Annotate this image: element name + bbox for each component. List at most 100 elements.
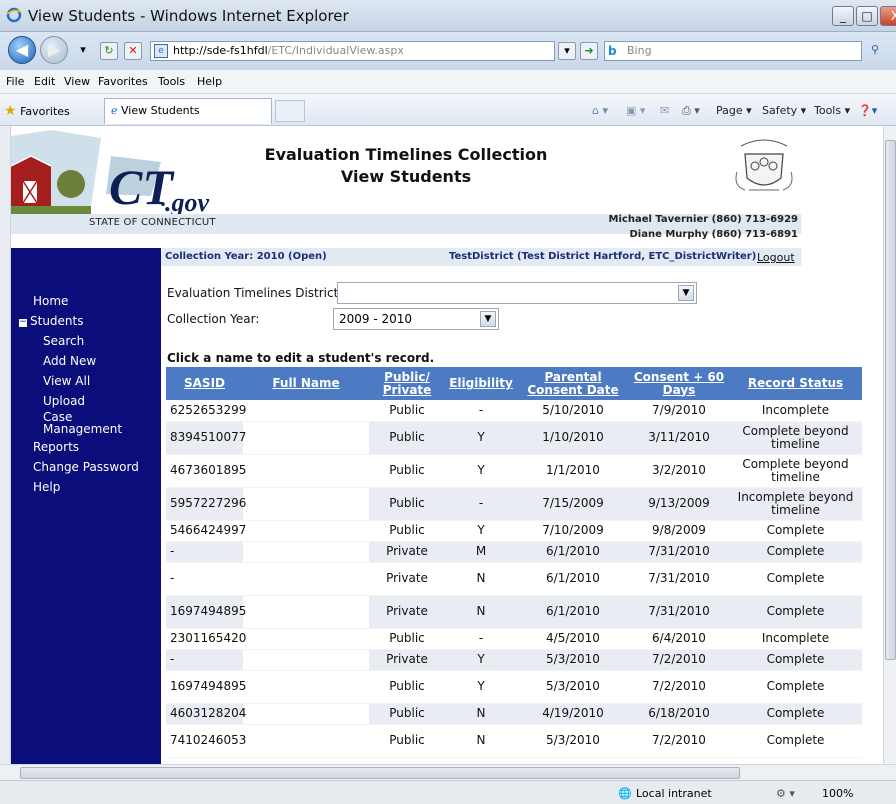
chevron-down-icon[interactable]: ▼ (678, 285, 694, 301)
minimize-button[interactable]: _ (832, 6, 854, 26)
col-full-name[interactable]: Full Name (243, 367, 369, 400)
table-row[interactable]: - Private Y 5/3/2010 7/2/2010 Complete (166, 649, 862, 671)
menu-help[interactable]: Help (197, 75, 222, 88)
cell-full-name[interactable] (243, 454, 369, 488)
cell-sasid: 2301165420 (166, 628, 246, 650)
contact-2: Diane Murphy (860) 713-6891 (629, 229, 799, 240)
zoom-level[interactable]: 100% (822, 787, 853, 800)
chevron-down-icon[interactable]: ▼ (480, 311, 496, 327)
table-row[interactable]: 4603128204 Public N 4/19/2010 6/18/2010 Compl… (166, 703, 862, 725)
col-eligibility[interactable]: Eligibility (445, 367, 517, 400)
cell-consent-date: 1/10/2010 (517, 421, 629, 455)
sidebar-item-home[interactable]: Home (33, 294, 68, 308)
menu-bar: File Edit View Favorites Tools Help (0, 70, 896, 94)
cell-full-name[interactable] (243, 724, 369, 758)
cell-consent-60: 7/31/2010 (629, 562, 729, 596)
close-button[interactable]: X (880, 6, 896, 26)
cell-full-name[interactable] (243, 670, 369, 704)
sidebar-item-view-all[interactable]: View All (43, 374, 90, 388)
cell-consent-60: 9/13/2009 (629, 487, 729, 521)
table-row[interactable]: 8394510077 Public Y 1/10/2010 3/11/2010 Compl… (166, 421, 862, 455)
col-sasid[interactable]: SASID (166, 367, 243, 400)
sidebar-item-change-password[interactable]: Change Password (33, 460, 139, 474)
col-consent-date[interactable]: Parental Consent Date (517, 367, 629, 400)
forward-button[interactable]: ▶ (40, 36, 68, 64)
menu-tools[interactable]: Tools (158, 75, 185, 88)
collapse-icon[interactable]: − (19, 318, 27, 327)
search-input[interactable]: b Bing (604, 41, 862, 61)
home-icon[interactable]: ⌂ ▾ (592, 104, 608, 117)
search-icon[interactable]: ⚲ (866, 42, 884, 60)
address-toolbar: ◀ ▶ ▾ ↻ ✕ e http://sde-fs1hfdl/ETC/Indiv… (0, 32, 896, 70)
cell-full-name[interactable] (243, 541, 369, 563)
stop-icon[interactable]: ✕ (124, 42, 142, 60)
help-icon[interactable]: ❓▾ (858, 104, 877, 117)
window-title: View Students - Windows Internet Explore… (28, 7, 349, 25)
logout-link[interactable]: Logout (757, 251, 795, 264)
address-input[interactable]: e http://sde-fs1hfdl/ETC/IndividualView.… (150, 41, 555, 61)
table-row[interactable]: 2301165420 Public -4/5/2010 6/4/2010 Incompl… (166, 628, 862, 650)
cell-full-name[interactable] (243, 703, 369, 725)
menu-edit[interactable]: Edit (34, 75, 55, 88)
menu-file[interactable]: File (6, 75, 24, 88)
refresh-icon[interactable]: ↻ (100, 42, 118, 60)
sidebar-item-students[interactable]: − Students (19, 314, 84, 328)
table-row[interactable]: - Private N 6/1/2010 7/31/2010 Complete (166, 562, 862, 596)
safety-menu[interactable]: Safety ▾ (762, 104, 806, 117)
cell-consent-date: 7/10/2009 (517, 520, 629, 542)
sidebar-item-add-new[interactable]: Add New (43, 354, 96, 368)
cell-full-name[interactable] (243, 421, 369, 455)
menu-view[interactable]: View (64, 75, 90, 88)
horizontal-scroll-thumb[interactable] (20, 767, 740, 779)
address-dropdown-icon[interactable]: ▾ (558, 42, 576, 60)
print-icon[interactable]: ⎙ ▾ (682, 104, 700, 118)
table-row[interactable]: 4673601895 Public Y 1/1/2010 3/2/2010 Complet… (166, 454, 862, 488)
menu-favorites[interactable]: Favorites (98, 75, 148, 88)
maximize-button[interactable]: □ (856, 6, 878, 26)
cell-full-name[interactable] (243, 520, 369, 542)
table-row[interactable]: 1697494895 Public Y 5/3/2010 7/2/2010 Complet… (166, 670, 862, 704)
feeds-icon[interactable]: ▣ ▾ (626, 104, 645, 117)
recent-pages-icon[interactable]: ▾ (74, 42, 92, 60)
cell-public-private: Private (369, 649, 445, 671)
cell-full-name[interactable] (243, 400, 369, 422)
sidebar-nav: Home − Students Search Add New View All U… (11, 248, 161, 764)
page-menu[interactable]: Page ▾ (716, 104, 752, 117)
vertical-scrollbar[interactable] (883, 126, 896, 764)
cell-consent-60: 7/31/2010 (629, 541, 729, 563)
cell-full-name[interactable] (243, 649, 369, 671)
cell-full-name[interactable] (243, 562, 369, 596)
sidebar-item-case-management[interactable]: Case Management (43, 411, 122, 435)
back-button[interactable]: ◀ (8, 36, 36, 64)
table-row[interactable]: 7410246053 Public N 5/3/2010 7/2/2010 Complet… (166, 724, 862, 758)
district-select[interactable]: ▼ (337, 282, 697, 304)
col-record-status[interactable]: Record Status (729, 367, 862, 400)
cell-full-name[interactable] (243, 595, 369, 629)
sidebar-item-upload[interactable]: Upload (43, 394, 85, 408)
table-row[interactable]: - Private M 6/1/2010 7/31/2010 Complete (166, 541, 862, 563)
table-row[interactable]: 5466424997 Public Y 7/10/2009 9/8/2009 Comple… (166, 520, 862, 542)
col-consent-60[interactable]: Consent + 60 Days (629, 367, 729, 400)
protected-mode-icon[interactable]: ⚙ ▾ (776, 787, 795, 800)
col-public-private[interactable]: Public/ Private (369, 367, 445, 400)
sidebar-item-search[interactable]: Search (43, 334, 84, 348)
sidebar-item-help[interactable]: Help (33, 480, 60, 494)
students-table: SASID Full Name Public/ Private Eligibil… (166, 367, 862, 758)
cell-sasid: 4673601895 (166, 454, 246, 488)
mail-icon[interactable]: ✉ (660, 104, 669, 117)
cell-full-name[interactable] (243, 487, 369, 521)
table-row[interactable]: 1697494895 Private N 6/1/2010 7/31/2010 Compl… (166, 595, 862, 629)
browser-tab[interactable]: ℯ View Students (104, 98, 272, 124)
new-tab-button[interactable] (275, 100, 305, 122)
cell-full-name[interactable] (243, 628, 369, 650)
favorites-button[interactable]: ★ Favorites (4, 103, 70, 119)
horizontal-scrollbar[interactable] (0, 764, 896, 780)
vertical-scroll-thumb[interactable] (885, 140, 896, 660)
table-row[interactable]: 6252653299 Public -5/10/2010 7/9/2010 Incomp… (166, 400, 862, 422)
table-row[interactable]: 5957227296 Public -7/15/2009 9/13/2009 Incom… (166, 487, 862, 521)
state-label: STATE OF CONNECTICUT (89, 217, 216, 228)
year-select[interactable]: 2009 - 2010 ▼ (333, 308, 499, 330)
tools-menu[interactable]: Tools ▾ (814, 104, 850, 117)
sidebar-item-reports[interactable]: Reports (33, 440, 79, 454)
go-arrow-icon[interactable]: ➜ (580, 42, 598, 60)
